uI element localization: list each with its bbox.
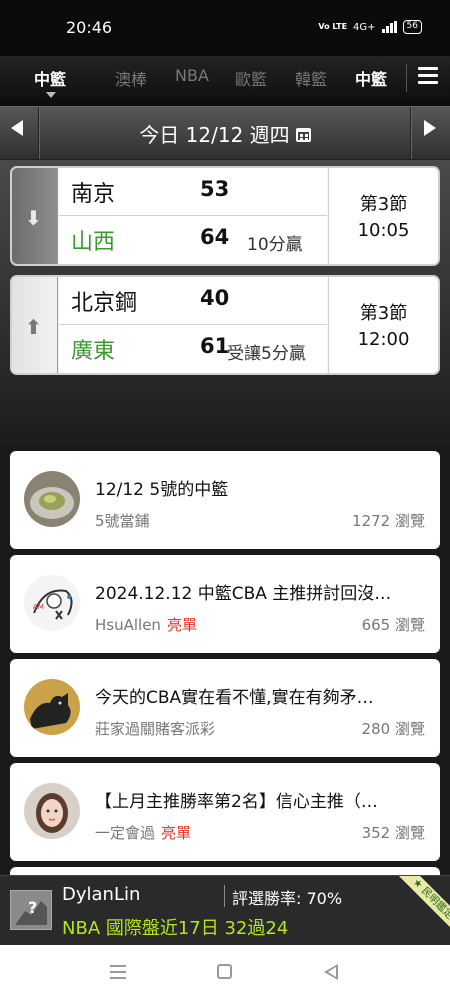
article-list: 12/12 5號的中籃 5號當鋪 1272 瀏覽 AM 2024.12.12 中…	[0, 445, 450, 875]
handicap-result: 受讓5分贏	[227, 344, 306, 364]
match-teams: 南京 53 山西 64 10分贏	[59, 168, 327, 264]
away-team-name: 廣東	[71, 339, 116, 364]
home-team-score: 40	[200, 286, 230, 310]
home-team-name: 南京	[71, 182, 116, 207]
avatar	[24, 783, 80, 839]
away-team-row: 廣東 61 受讓5分贏	[59, 325, 327, 373]
home-team-row: 南京 53	[59, 168, 327, 216]
article-title: 12/12 5號的中籃	[95, 480, 229, 500]
avatar	[24, 679, 80, 735]
view-count: 280 瀏覽	[361, 720, 425, 738]
league-tabs: 中籃 澳棒 NBA 歐籃 韓籃 中籃	[0, 56, 450, 106]
highlight-badge: 亮單	[166, 616, 197, 634]
away-team-score: 61	[200, 334, 230, 358]
article-author: HsuAllen 亮單	[95, 616, 197, 634]
status-bar: 20:46 Vo LTE 4G+ 56	[0, 0, 450, 56]
view-count: 1272 瀏覽	[352, 512, 425, 530]
away-team-score: 64	[200, 225, 230, 249]
expert-divider	[224, 885, 225, 907]
article-title: 【上月主推勝率第2名】信心主推（…	[95, 792, 378, 812]
handicap-result: 10分贏	[247, 235, 303, 255]
list-item[interactable]: 【上月主推勝率第2名】信心主推（… 一定會過 亮單 352 瀏覽	[10, 763, 440, 861]
avatar	[24, 471, 80, 527]
network-type: 4G+	[353, 21, 376, 33]
match-status: 第3節 10:05	[328, 168, 438, 264]
ribbon-label: ★ 民明鑑定 ★	[392, 876, 450, 946]
match-clock: 12:00	[357, 329, 410, 350]
back-icon[interactable]	[324, 964, 338, 980]
match-card[interactable]: ⬆ 北京鋼 40 廣東 61 受讓5分贏 第3節 12:00	[10, 275, 440, 375]
tab-abl[interactable]: 澳棒	[115, 66, 147, 90]
system-nav-bar	[0, 945, 450, 1000]
article-title: 2024.12.12 中籃CBA 主推拼討回沒…	[95, 584, 392, 604]
avatar: AM	[24, 575, 80, 631]
date-navigator: 今日 12/12 週四	[0, 106, 450, 160]
expand-toggle[interactable]: ⬆	[12, 277, 58, 373]
list-item[interactable]	[10, 867, 440, 875]
expert-win-rate: 評選勝率: 70%	[232, 889, 343, 908]
article-author: 莊家過關賭客派彩	[95, 720, 216, 738]
match-card[interactable]: ⬇ 南京 53 山西 64 10分贏 第3節 10:05	[10, 166, 440, 266]
view-count: 352 瀏覽	[361, 824, 425, 842]
system-indicators: Vo LTE 4G+ 56	[318, 20, 422, 34]
unknown-user-icon: ?	[10, 890, 52, 930]
tab-cba-2[interactable]: 中籃	[355, 66, 387, 90]
home-team-score: 53	[200, 177, 230, 201]
article-author: 5號當鋪	[95, 512, 150, 530]
next-day-icon[interactable]	[424, 120, 436, 136]
volte-icon: Vo LTE	[318, 22, 348, 31]
tab-nba[interactable]: NBA	[175, 66, 209, 85]
list-item[interactable]: AM 2024.12.12 中籃CBA 主推拼討回沒… HsuAllen 亮單 6…	[10, 555, 440, 653]
list-item[interactable]: 12/12 5號的中籃 5號當鋪 1272 瀏覽	[10, 451, 440, 549]
article-author: 一定會過 亮單	[95, 824, 192, 842]
collapse-toggle[interactable]: ⬇	[12, 168, 58, 264]
date-selector[interactable]: 今日 12/12 週四	[0, 119, 450, 148]
hamburger-menu-icon[interactable]	[418, 67, 438, 85]
battery-icon: 56	[402, 20, 422, 34]
home-icon[interactable]	[217, 964, 232, 979]
tab-cba[interactable]: 中籃	[34, 66, 66, 90]
home-team-row: 北京鋼 40	[59, 277, 327, 325]
tab-euro-basketball[interactable]: 歐籃	[235, 66, 267, 90]
svg-text:?: ?	[28, 898, 37, 917]
expert-record: NBA 國際盤近17日 32過24	[62, 918, 289, 939]
status-time: 20:46	[66, 18, 113, 37]
arrow-down-icon: ⬇	[25, 206, 42, 230]
tab-korea-basketball[interactable]: 韓籃	[295, 66, 327, 90]
expert-name: DylanLin	[62, 884, 141, 905]
calendar-icon[interactable]	[295, 128, 311, 142]
highlight-badge: 亮單	[161, 824, 192, 842]
arrow-up-icon: ⬆	[25, 315, 42, 339]
signal-icon	[381, 21, 397, 33]
match-status: 第3節 12:00	[328, 277, 438, 373]
date-label: 今日 12/12 週四	[139, 123, 290, 147]
match-clock: 10:05	[357, 220, 410, 241]
active-tab-caret-icon	[46, 92, 56, 98]
certified-ribbon: ★ 民明鑑定 ★	[380, 876, 450, 946]
away-team-name: 山西	[71, 230, 116, 255]
view-count: 665 瀏覽	[361, 616, 425, 634]
date-divider-right	[410, 107, 411, 159]
match-period: 第3節	[359, 194, 408, 215]
away-team-row: 山西 64 10分贏	[59, 216, 327, 264]
svg-text:AM: AM	[33, 603, 44, 611]
home-team-name: 北京鋼	[71, 291, 138, 316]
article-title: 今天的CBA實在看不懂,實在有夠矛…	[95, 688, 374, 708]
list-item[interactable]: 今天的CBA實在看不懂,實在有夠矛… 莊家過關賭客派彩 280 瀏覽	[10, 659, 440, 757]
match-period: 第3節	[359, 303, 408, 324]
match-teams: 北京鋼 40 廣東 61 受讓5分贏	[59, 277, 327, 373]
live-scores: ⬇ 南京 53 山西 64 10分贏 第3節 10:05 ⬆ 北京鋼 40 廣東…	[0, 160, 450, 445]
recent-apps-icon[interactable]	[110, 965, 126, 979]
tabs-divider	[406, 64, 407, 92]
